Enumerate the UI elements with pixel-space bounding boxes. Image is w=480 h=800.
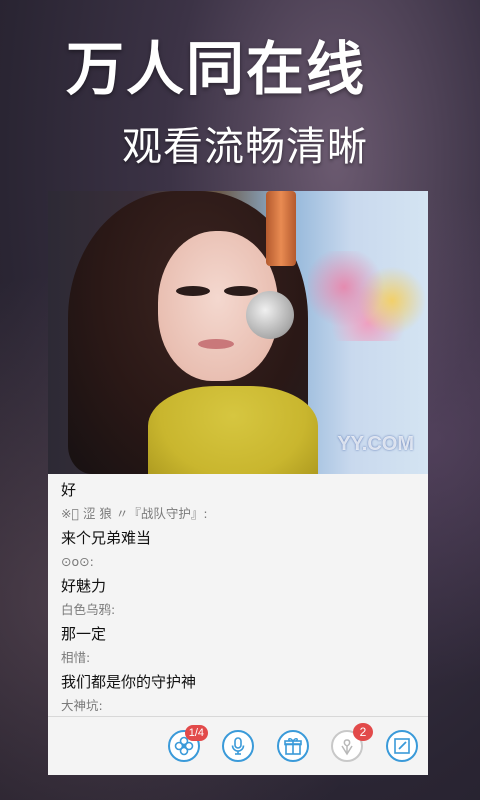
chat-message: 来个兄弟难当 [61,529,152,547]
flower-button[interactable]: 1/4 [168,725,208,762]
chat-username: 白色乌鸦: [61,602,116,617]
phone-screen: YY.COM 好 ※ﾞ 涩 狼 〃『战队守护』: 来个兄弟难当 ⊙o⊙: 好魅力… [48,191,428,775]
bottom-toolbar: 1/4 2 [48,716,428,775]
live-video[interactable]: YY.COM [48,191,428,474]
streamer-lips [198,339,234,349]
promo-subline: 观看流畅清晰 [122,124,368,170]
edit-icon [394,738,410,754]
gift-icon [284,738,302,755]
streamer-eye-right [224,286,258,296]
chat-message: 那一定 [61,625,107,643]
chat-username: 大神坑: [61,698,103,713]
flower-count-badge: 1/4 [184,725,208,741]
compose-button[interactable] [386,730,418,762]
chat-username: 相惜: [61,650,91,665]
chat-message: 好魅力 [61,577,107,595]
streamer-eye-left [176,286,210,296]
video-watermark: YY.COM [337,433,414,455]
chat-username: ※ﾞ 涩 狼 〃『战队守护』: [61,506,208,521]
gift-button[interactable] [277,730,309,762]
microphone-stand [266,191,296,266]
flower-gift-button[interactable]: 2 [331,723,373,762]
streamer-shirt [148,386,318,474]
microphone-icon [231,737,245,755]
chat-list[interactable]: 好 ※ﾞ 涩 狼 〃『战队守护』: 来个兄弟难当 ⊙o⊙: 好魅力 白色乌鸦: … [48,474,428,716]
chat-username: ⊙o⊙: [61,554,94,569]
microphone-head [246,291,294,339]
voice-button[interactable] [222,730,254,762]
chat-message: 好 [61,481,77,499]
promo-headline: 万人同在线 [66,35,367,103]
gift-count-badge: 2 [353,723,373,741]
flower-gift-icon [341,739,353,756]
background-toys [308,251,428,341]
chat-message: 我们都是你的守护神 [61,673,197,691]
